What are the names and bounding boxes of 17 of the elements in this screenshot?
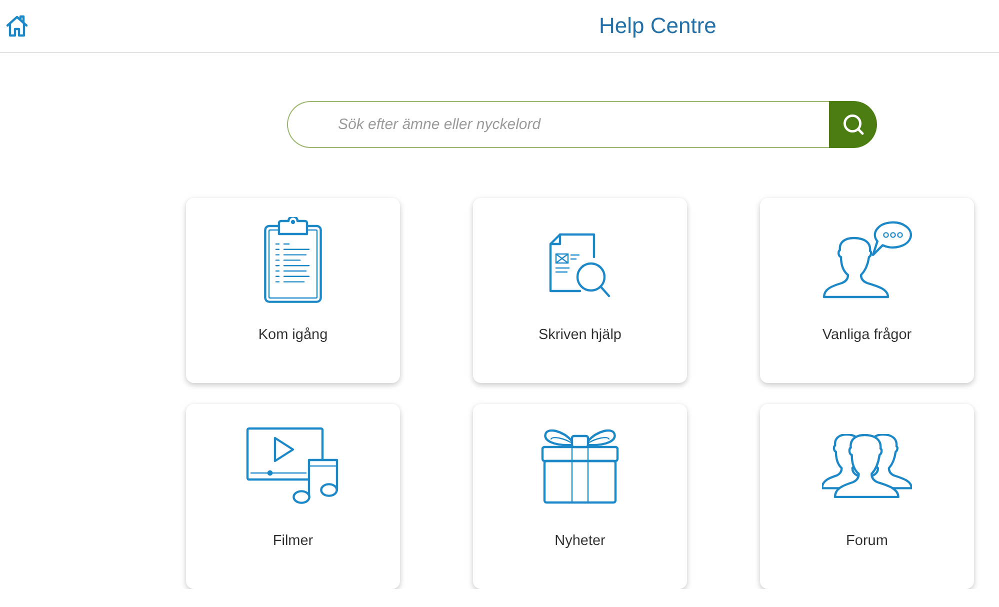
page-title: Help Centre [599, 15, 716, 37]
people-icon [822, 434, 912, 498]
video-music-icon [246, 427, 340, 505]
search-button[interactable] [829, 101, 877, 148]
topic-card[interactable]: Skriven hjälp [473, 198, 687, 383]
search-icon [842, 114, 864, 135]
clipboard-icon [264, 217, 322, 303]
topic-card[interactable]: Forum [760, 404, 974, 589]
topic-card[interactable]: Kom igång [186, 198, 400, 383]
topic-card[interactable]: Nyheter [473, 404, 687, 589]
document-magnifier-icon [549, 233, 611, 299]
person-speech-bubble-icon [822, 221, 912, 299]
search-field[interactable]: Sök efter ämne eller nyckelord [287, 101, 829, 148]
topic-card[interactable]: Vanliga frågor [760, 198, 974, 383]
gift-icon [541, 428, 619, 504]
topic-card[interactable]: Filmer [186, 404, 400, 589]
home-icon[interactable] [5, 14, 29, 38]
